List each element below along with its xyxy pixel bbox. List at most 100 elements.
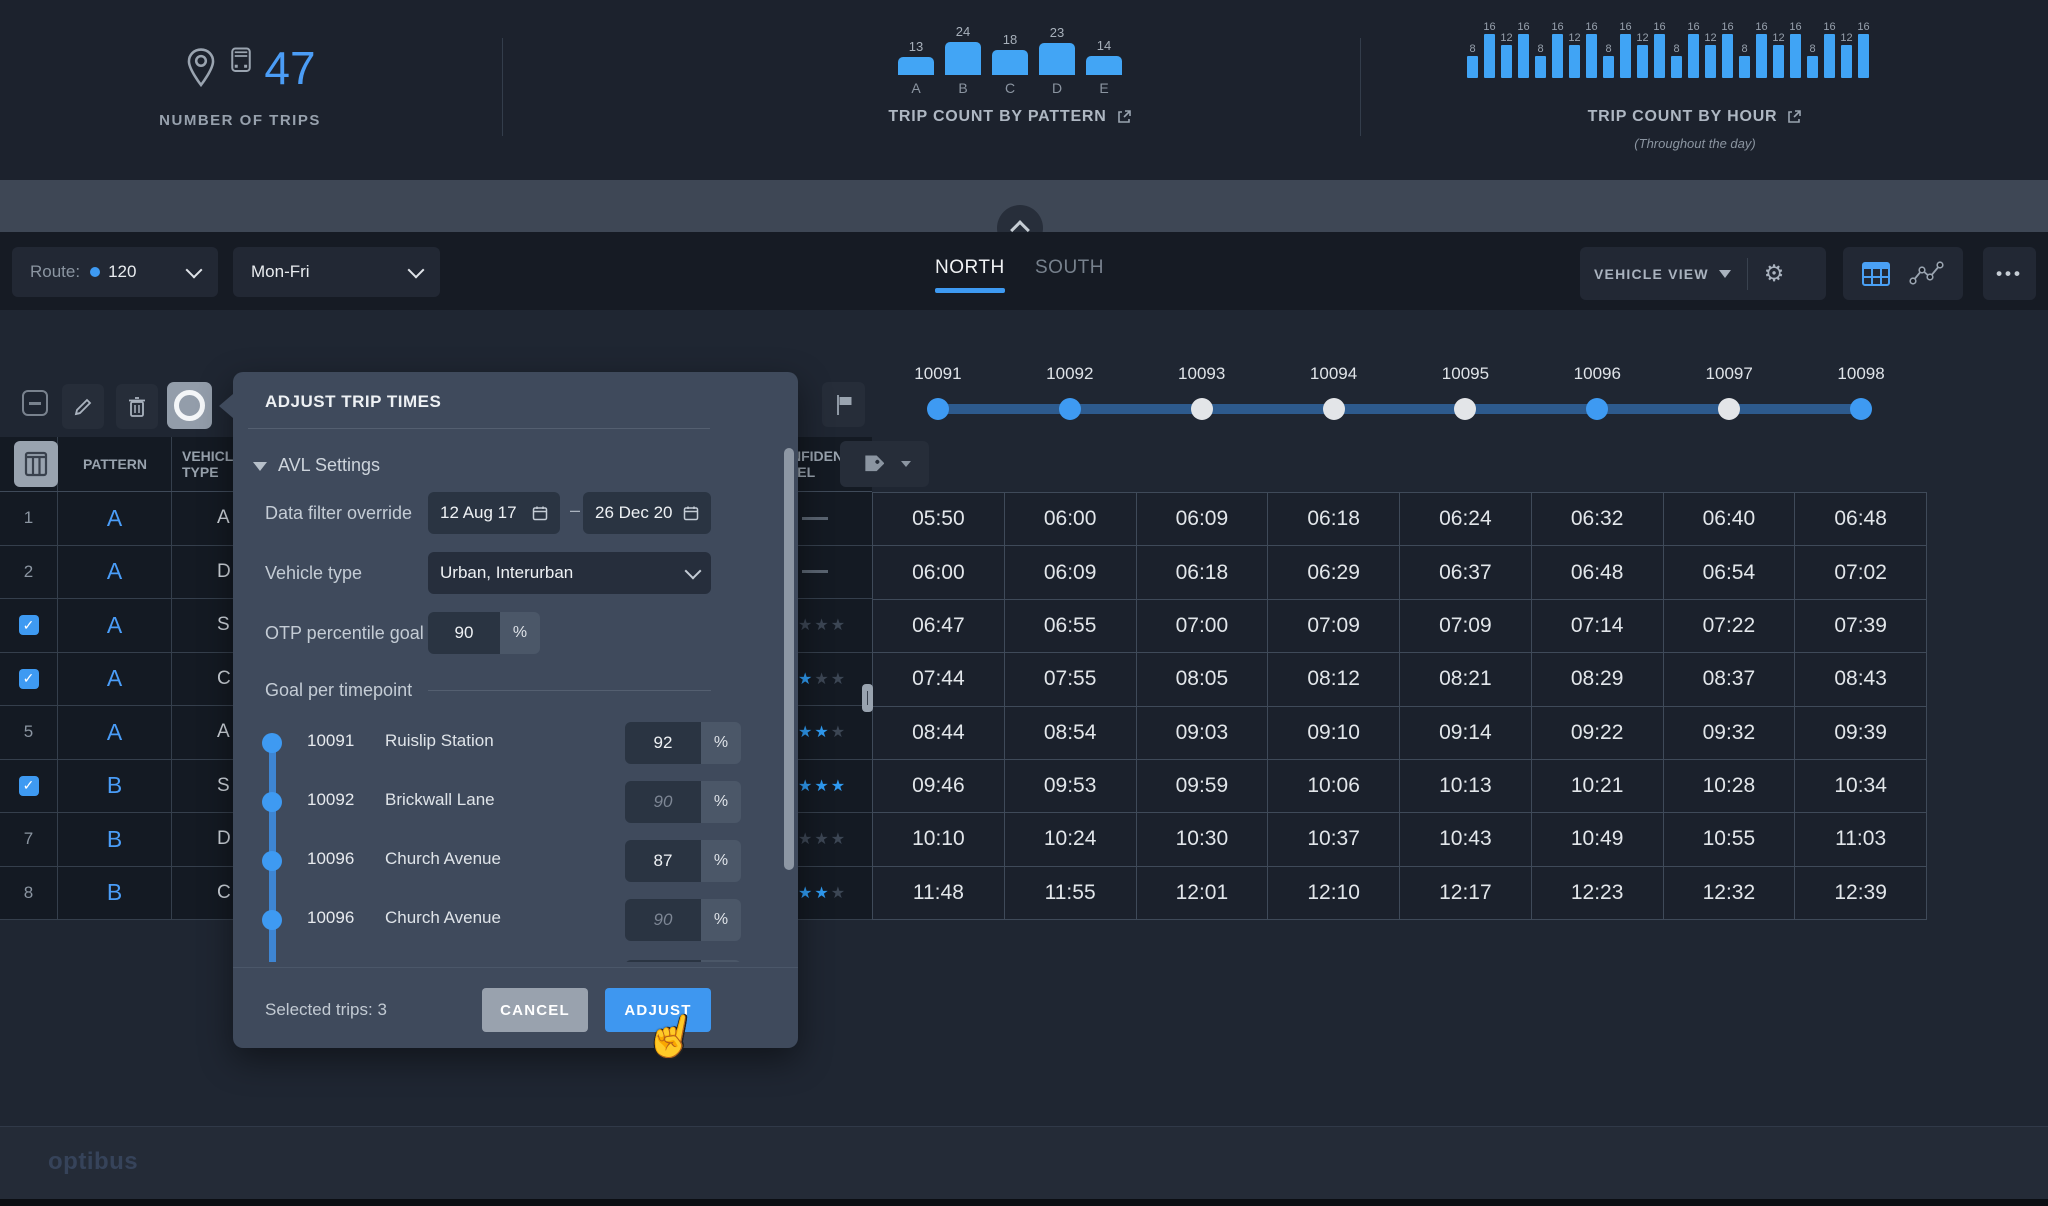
- trip-time-cell[interactable]: 07:09: [1268, 600, 1400, 653]
- vehicle-type-cell[interactable]: S: [217, 760, 230, 813]
- vehicle-type-cell[interactable]: C: [217, 653, 231, 706]
- vehicle-type-select[interactable]: Urban, Interurban: [428, 552, 711, 594]
- chevron-up-icon[interactable]: [1011, 219, 1029, 237]
- goal-percent-input[interactable]: 90: [625, 899, 701, 941]
- row-checkbox-checked[interactable]: ✓: [19, 776, 39, 796]
- row-select-cell[interactable]: 7: [0, 813, 58, 866]
- trip-time-cell[interactable]: 06:32: [1532, 493, 1664, 546]
- trip-time-cell[interactable]: 09:53: [1005, 760, 1137, 813]
- trip-time-cell[interactable]: 12:23: [1532, 867, 1664, 920]
- trip-time-cell[interactable]: 10:06: [1268, 760, 1400, 813]
- gear-icon[interactable]: ⚙: [1764, 260, 1785, 287]
- column-header-pattern[interactable]: PATTERN: [58, 456, 172, 472]
- trip-time-cell[interactable]: 07:02: [1795, 546, 1927, 599]
- trip-time-cell[interactable]: 10:10: [873, 813, 1005, 866]
- vehicle-type-cell[interactable]: D: [217, 546, 231, 599]
- vehicle-type-cell[interactable]: S: [217, 599, 230, 652]
- pattern-cell[interactable]: B: [58, 867, 172, 920]
- trip-time-cell[interactable]: 06:47: [873, 600, 1005, 653]
- trip-time-cell[interactable]: 06:24: [1400, 493, 1532, 546]
- external-link-icon[interactable]: [1116, 109, 1132, 125]
- trip-time-cell[interactable]: 10:37: [1268, 813, 1400, 866]
- trip-time-cell[interactable]: 06:40: [1664, 493, 1796, 546]
- timepoint-dot[interactable]: [1586, 398, 1608, 420]
- trip-time-cell[interactable]: 12:10: [1268, 867, 1400, 920]
- trip-time-cell[interactable]: 08:21: [1400, 653, 1532, 706]
- trip-time-cell[interactable]: 06:37: [1400, 546, 1532, 599]
- trip-time-cell[interactable]: 12:39: [1795, 867, 1927, 920]
- timepoint-dot[interactable]: [1850, 398, 1872, 420]
- trip-time-cell[interactable]: 08:43: [1795, 653, 1927, 706]
- cancel-button[interactable]: CANCEL: [482, 988, 588, 1032]
- trip-time-cell[interactable]: 07:44: [873, 653, 1005, 706]
- trip-time-cell[interactable]: 10:13: [1400, 760, 1532, 813]
- edit-button[interactable]: [62, 384, 104, 429]
- trip-time-cell[interactable]: 06:00: [873, 546, 1005, 599]
- adjust-trip-times-button[interactable]: [167, 382, 212, 429]
- view-selector-group[interactable]: VEHICLE VIEW ⚙: [1580, 247, 1826, 300]
- flag-button[interactable]: [822, 382, 865, 427]
- trip-time-cell[interactable]: 09:46: [873, 760, 1005, 813]
- trip-time-cell[interactable]: 06:48: [1795, 493, 1927, 546]
- pattern-cell[interactable]: A: [58, 492, 172, 545]
- date-to-input[interactable]: 26 Dec 20: [583, 492, 711, 534]
- trip-time-cell[interactable]: 05:50: [873, 493, 1005, 546]
- row-select-cell[interactable]: 5: [0, 706, 58, 759]
- timepoint-dot[interactable]: [1191, 398, 1213, 420]
- tag-button[interactable]: [840, 441, 929, 487]
- trip-time-cell[interactable]: 09:03: [1137, 707, 1269, 760]
- trip-time-cell[interactable]: 09:32: [1664, 707, 1796, 760]
- trip-time-cell[interactable]: 06:54: [1664, 546, 1796, 599]
- trip-time-cell[interactable]: 07:00: [1137, 600, 1269, 653]
- goal-percent-input[interactable]: 92: [625, 722, 701, 764]
- trip-time-cell[interactable]: 09:39: [1795, 707, 1927, 760]
- trip-time-cell[interactable]: 10:21: [1532, 760, 1664, 813]
- select-all-checkbox[interactable]: [22, 390, 48, 416]
- tab-north[interactable]: NORTH: [935, 257, 1005, 279]
- trip-time-cell[interactable]: 08:44: [873, 707, 1005, 760]
- otp-goal-value[interactable]: 90: [428, 612, 500, 654]
- trip-time-cell[interactable]: 06:48: [1532, 546, 1664, 599]
- delete-button[interactable]: [116, 384, 158, 429]
- trip-time-cell[interactable]: 11:03: [1795, 813, 1927, 866]
- trip-time-cell[interactable]: 09:22: [1532, 707, 1664, 760]
- trip-time-cell[interactable]: 06:09: [1005, 546, 1137, 599]
- timepoint-dot[interactable]: [1718, 398, 1740, 420]
- vehicle-type-cell[interactable]: D: [217, 813, 231, 866]
- goal-percent-input[interactable]: 90: [625, 781, 701, 823]
- row-select-cell[interactable]: 2: [0, 546, 58, 599]
- pattern-chart-title[interactable]: TRIP COUNT BY PATTERN: [830, 108, 1190, 126]
- trip-time-cell[interactable]: 08:54: [1005, 707, 1137, 760]
- vehicle-view-label[interactable]: VEHICLE VIEW: [1594, 266, 1709, 282]
- pattern-cell[interactable]: A: [58, 599, 172, 652]
- trip-time-cell[interactable]: 10:49: [1532, 813, 1664, 866]
- row-checkbox-checked[interactable]: ✓: [19, 669, 39, 689]
- avl-settings-section[interactable]: AVL Settings: [278, 455, 380, 476]
- timepoint-dot[interactable]: [1323, 398, 1345, 420]
- trip-time-cell[interactable]: 06:00: [1005, 493, 1137, 546]
- goal-percent-input[interactable]: 87: [625, 840, 701, 882]
- day-select[interactable]: Mon-Fri: [233, 247, 440, 297]
- otp-goal-input[interactable]: 90 %: [428, 612, 540, 654]
- timepoint-dot[interactable]: [1454, 398, 1476, 420]
- pattern-cell[interactable]: B: [58, 813, 172, 866]
- hour-chart-title[interactable]: TRIP COUNT BY HOUR: [1500, 108, 1890, 126]
- row-select-cell[interactable]: ✓: [0, 653, 58, 706]
- section-collapse-icon[interactable]: [253, 462, 267, 471]
- vehicle-type-cell[interactable]: A: [217, 706, 230, 759]
- timepoint-dot[interactable]: [1059, 398, 1081, 420]
- pattern-cell[interactable]: A: [58, 653, 172, 706]
- modal-scrollbar[interactable]: [784, 448, 794, 870]
- column-settings-button[interactable]: [14, 441, 58, 487]
- trip-time-cell[interactable]: 10:28: [1664, 760, 1796, 813]
- external-link-icon[interactable]: [1786, 109, 1802, 125]
- graph-view-icon[interactable]: [1909, 261, 1945, 287]
- trip-time-cell[interactable]: 08:37: [1664, 653, 1796, 706]
- trip-time-cell[interactable]: 06:18: [1137, 546, 1269, 599]
- row-select-cell[interactable]: ✓: [0, 599, 58, 652]
- calendar-icon[interactable]: [683, 505, 699, 521]
- trip-time-cell[interactable]: 08:05: [1137, 653, 1269, 706]
- row-checkbox-checked[interactable]: ✓: [19, 615, 39, 635]
- tab-south[interactable]: SOUTH: [1035, 257, 1104, 279]
- row-select-cell[interactable]: 1: [0, 492, 58, 545]
